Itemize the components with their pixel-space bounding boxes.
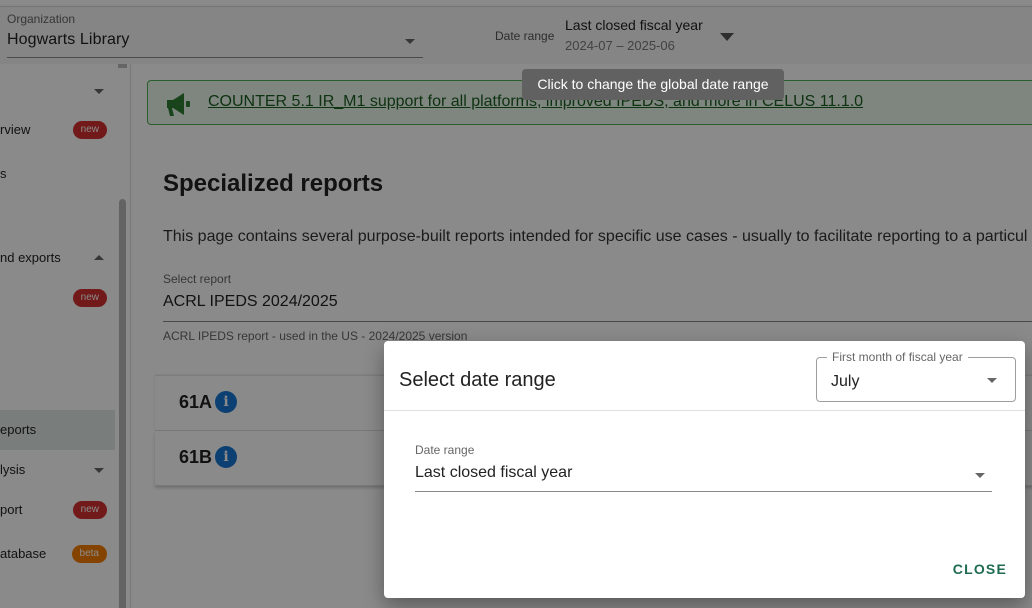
caret-down-icon [975, 473, 985, 478]
dialog-divider [384, 410, 1025, 411]
date-range-field-label: Date range [415, 443, 475, 457]
tooltip: Click to change the global date range [522, 69, 784, 100]
fiscal-month-select[interactable]: First month of fiscal year July [816, 350, 1016, 402]
caret-down-icon [987, 378, 997, 383]
date-range-dialog: Select date range First month of fiscal … [384, 341, 1025, 598]
dialog-title: Select date range [399, 369, 556, 391]
close-button[interactable]: CLOSE [953, 561, 1007, 577]
fiscal-month-label: First month of fiscal year [827, 350, 968, 364]
date-range-select[interactable]: Date range Last closed fiscal year [415, 443, 992, 492]
date-range-field-value: Last closed fiscal year [415, 464, 573, 481]
fiscal-month-value: July [831, 373, 860, 390]
